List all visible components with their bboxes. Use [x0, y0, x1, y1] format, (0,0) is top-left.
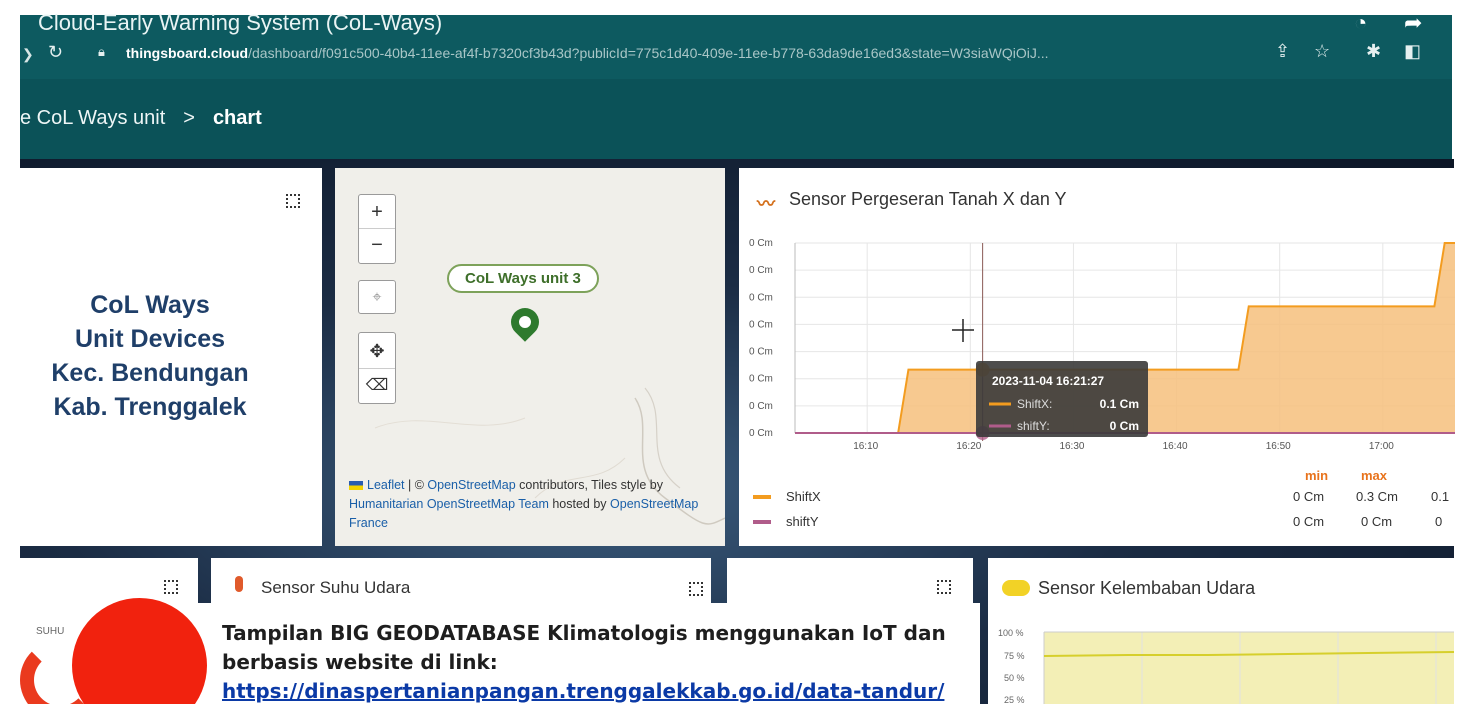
url-host: thingsboard.cloud [126, 45, 249, 61]
fullscreen-icon[interactable] [164, 580, 178, 594]
y-tick-label: 0 Cm [749, 428, 773, 439]
tooltip-time: 2023-11-04 16:21:27 [992, 374, 1104, 388]
osm-link[interactable]: OpenStreetMap [427, 478, 515, 492]
legend-row-shiftx[interactable]: ShiftX 0 Cm 0.3 Cm 0.1 [739, 487, 1455, 509]
y-tick-label: 0 Cm [749, 292, 773, 303]
shift-chart[interactable]: 0 Cm 0 Cm 0 Cm 0 Cm 0 Cm 0 Cm 0 Cm 0 Cm 16:10 16:… [739, 168, 1455, 458]
banner-text: Tampilan BIG GEODATABASE Klimatologis me… [222, 619, 962, 704]
tooltip-value: 0.1 Cm [1100, 397, 1139, 411]
lock-icon: 🔒︎ [98, 44, 105, 59]
legend-min-value: 0 Cm [1293, 489, 1325, 504]
map-attribution: Leaflet | © OpenStreetMap contributors, … [349, 476, 717, 533]
x-tick-label: 16:20 [956, 441, 981, 452]
extensions-icon[interactable]: ✱ [1366, 40, 1381, 62]
clock-icon[interactable]: ◔ [1354, 10, 1367, 36]
fullscreen-icon[interactable] [689, 582, 703, 596]
edit-control: ✥ ⌫ [358, 332, 396, 404]
locate-marker-icon[interactable]: ⌖ [358, 280, 396, 314]
humidity-tick: 50 % [1004, 673, 1025, 683]
tooltip-value: 0 Cm [1110, 419, 1139, 433]
legend-swatch [753, 520, 771, 524]
eraser-icon[interactable]: ⌫ [359, 369, 395, 403]
breadcrumb-parent[interactable]: e CoL Ways unit [20, 107, 165, 129]
attribution-text: | © [404, 478, 428, 492]
url-path: /dashboard/f091c500-40b4-11ee-af4f-b7320… [248, 45, 1049, 61]
fullscreen-icon[interactable] [286, 194, 300, 208]
legend-series-name: shiftY [786, 514, 819, 529]
attribution-text: contributors, Tiles style by [515, 478, 663, 492]
legend-extra-value: 0.1 [1431, 489, 1450, 504]
x-tick-label: 16:30 [1059, 441, 1084, 452]
x-tick-label: 16:40 [1163, 441, 1188, 452]
x-tick-label: 16:50 [1266, 441, 1291, 452]
leaflet-link[interactable]: Leaflet [367, 478, 405, 492]
map-card[interactable]: + − ⌖ ✥ ⌫ CoL Ways unit 3 Leaflet | © Op… [335, 168, 725, 546]
shift-chart-card: 〰 Sensor Pergeseran Tanah X dan Y 0 Cm 0 … [739, 168, 1455, 546]
device-title-line: Kec. Bendungan [51, 359, 249, 387]
marker-label[interactable]: CoL Ways unit 3 [447, 264, 599, 293]
zoom-out-button[interactable]: − [359, 229, 395, 263]
star-icon[interactable]: ☆ [1314, 40, 1330, 62]
x-tick-label: 16:10 [853, 441, 878, 452]
legend-max-header: max [1361, 468, 1388, 483]
legend-min-header: min [1305, 468, 1329, 483]
legend-series-name: ShiftX [786, 489, 821, 504]
screen: Cloud-Early Warning System (CoL-Ways) ❯ … [0, 0, 1468, 704]
thermometer-icon [235, 576, 243, 592]
banner-link[interactable]: https://dinaspertanianpangan.trenggalekk… [222, 677, 962, 704]
humidity-tick: 25 % [1004, 695, 1025, 704]
legend-min-value: 0 Cm [1293, 514, 1325, 529]
side-panel-icon[interactable]: ◧ [1404, 40, 1421, 62]
legend-swatch [753, 495, 771, 499]
device-title-line: Kab. Trenggalek [53, 393, 247, 421]
device-title-line: CoL Ways [90, 291, 210, 319]
ukraine-flag-icon [349, 481, 363, 491]
humidity-chart[interactable]: 100 % 75 % 50 % 25 % [988, 558, 1454, 704]
device-title-line: Unit Devices [74, 325, 226, 353]
hot-link[interactable]: Humanitarian OpenStreetMap Team [349, 497, 549, 511]
breadcrumb-separator: > [183, 107, 195, 129]
move-icon[interactable]: ✥ [359, 333, 395, 369]
zoom-control: + − [358, 194, 396, 264]
window-title: Cloud-Early Warning System (CoL-Ways) [38, 10, 443, 35]
humidity-tick: 100 % [998, 628, 1024, 638]
legend-max-value: 0 Cm [1361, 514, 1393, 529]
gauge-label: SUHU [36, 626, 65, 637]
y-tick-label: 0 Cm [749, 347, 773, 358]
legend-max-value: 0.3 Cm [1356, 489, 1398, 504]
y-tick-label: 0 Cm [749, 374, 773, 385]
device-title: CoL Ways Unit Devices Kec. Bendungan Kab… [20, 288, 280, 424]
legend-row-shifty[interactable]: shiftY 0 Cm 0 Cm 0 [739, 512, 1455, 534]
reload-icon[interactable]: ↻ [48, 42, 63, 63]
address-bar[interactable]: thingsboard.cloud/dashboard/f091c500-40b… [126, 45, 1049, 61]
device-title-card: CoL Ways Unit Devices Kec. Bendungan Kab… [20, 168, 322, 546]
share-icon[interactable]: ⇪ [1275, 40, 1290, 62]
temperature-title: Sensor Suhu Udara [261, 578, 411, 597]
humidity-card: Sensor Kelembaban Udara 100 % 75 % 50 % … [988, 558, 1454, 704]
humidity-tick: 75 % [1004, 651, 1025, 661]
banner-line: berbasis website di link: [222, 650, 498, 674]
zoom-in-button[interactable]: + [359, 195, 395, 229]
attribution-text: hosted by [548, 497, 611, 511]
breadcrumb-current: chart [212, 107, 262, 129]
tooltip-series: shiftY: [1017, 419, 1050, 433]
banner-line: Tampilan BIG GEODATABASE Klimatologis me… [222, 621, 946, 645]
y-tick-label: 0 Cm [749, 265, 773, 276]
y-tick-label: 0 Cm [749, 319, 773, 330]
forward-arrow-icon[interactable]: ❯ [22, 46, 34, 63]
x-tick-label: 17:00 [1369, 441, 1394, 452]
fullscreen-icon[interactable] [937, 580, 951, 594]
share-arrow-icon[interactable]: ➦ [1404, 10, 1422, 36]
tooltip-series: ShiftX: [1017, 397, 1052, 411]
y-tick-label: 0 Cm [749, 238, 773, 249]
breadcrumb: e CoL Ways unit > chart [20, 107, 262, 130]
y-tick-label: 0 Cm [749, 401, 773, 412]
legend-extra-value: 0 [1435, 514, 1443, 529]
humidity-area [1044, 632, 1454, 704]
